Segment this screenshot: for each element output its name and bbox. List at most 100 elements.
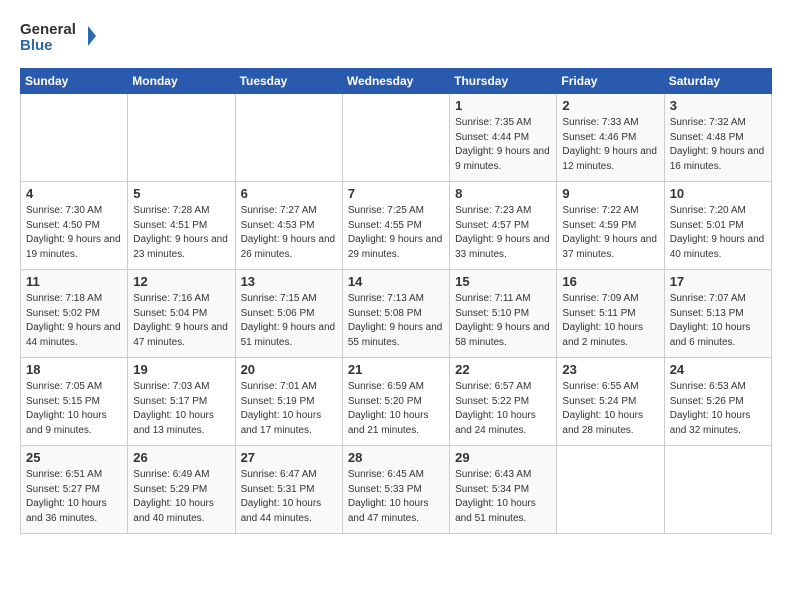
day-number: 20 [241, 362, 337, 377]
day-number: 18 [26, 362, 122, 377]
day-info: Sunrise: 7:09 AMSunset: 5:11 PMDaylight:… [562, 292, 658, 350]
day-number: 10 [670, 186, 766, 201]
day-number: 19 [133, 362, 229, 377]
day-number: 22 [455, 362, 551, 377]
calendar-cell: 21Sunrise: 6:59 AMSunset: 5:20 PMDayligh… [342, 358, 449, 446]
day-number: 24 [670, 362, 766, 377]
calendar-cell: 11Sunrise: 7:18 AMSunset: 5:02 PMDayligh… [21, 270, 128, 358]
day-info: Sunrise: 7:23 AMSunset: 4:57 PMDaylight:… [455, 204, 551, 262]
calendar-cell [557, 446, 664, 534]
week-row-1: 1 Sunrise: 7:35 AMSunset: 4:44 PMDaylight… [21, 94, 772, 182]
day-info: Sunrise: 6:47 AMSunset: 5:31 PMDaylight:… [241, 468, 337, 526]
day-info: Sunrise: 7:22 AMSunset: 4:59 PMDaylight:… [562, 204, 658, 262]
calendar-cell: 15 Sunrise: 7:11 AMSunset: 5:10 PMDayligh… [450, 270, 557, 358]
day-info: Sunrise: 7:15 AMSunset: 5:06 PMDaylight:… [241, 292, 337, 350]
weekday-header-wednesday: Wednesday [342, 69, 449, 94]
calendar-cell [235, 94, 342, 182]
calendar-cell: 1 Sunrise: 7:35 AMSunset: 4:44 PMDaylight… [450, 94, 557, 182]
day-number: 5 [133, 186, 229, 201]
calendar-cell: 17Sunrise: 7:07 AMSunset: 5:13 PMDayligh… [664, 270, 771, 358]
calendar-cell: 8 Sunrise: 7:23 AMSunset: 4:57 PMDaylight… [450, 182, 557, 270]
calendar-cell: 4 Sunrise: 7:30 AMSunset: 4:50 PMDaylight… [21, 182, 128, 270]
day-info: Sunrise: 7:03 AMSunset: 5:17 PMDaylight:… [133, 380, 229, 438]
day-number: 8 [455, 186, 551, 201]
calendar-cell: 22 Sunrise: 6:57 AMSunset: 5:22 PMDayligh… [450, 358, 557, 446]
day-info: Sunrise: 7:18 AMSunset: 5:02 PMDaylight:… [26, 292, 122, 350]
calendar-cell: 13 Sunrise: 7:15 AMSunset: 5:06 PMDayligh… [235, 270, 342, 358]
day-info: Sunrise: 6:51 AMSunset: 5:27 PMDaylight:… [26, 468, 122, 526]
calendar-cell: 23 Sunrise: 6:55 AMSunset: 5:24 PMDayligh… [557, 358, 664, 446]
calendar-cell: 16 Sunrise: 7:09 AMSunset: 5:11 PMDayligh… [557, 270, 664, 358]
day-info: Sunrise: 6:45 AMSunset: 5:33 PMDaylight:… [348, 468, 444, 526]
calendar-cell: 24 Sunrise: 6:53 AMSunset: 5:26 PMDayligh… [664, 358, 771, 446]
calendar-cell: 29 Sunrise: 6:43 AMSunset: 5:34 PMDayligh… [450, 446, 557, 534]
day-number: 4 [26, 186, 122, 201]
day-info: Sunrise: 7:05 AMSunset: 5:15 PMDaylight:… [26, 380, 122, 438]
day-number: 6 [241, 186, 337, 201]
calendar-cell: 3 Sunrise: 7:32 AMSunset: 4:48 PMDaylight… [664, 94, 771, 182]
weekday-header-monday: Monday [128, 69, 235, 94]
day-number: 16 [562, 274, 658, 289]
week-row-3: 11Sunrise: 7:18 AMSunset: 5:02 PMDayligh… [21, 270, 772, 358]
day-number: 23 [562, 362, 658, 377]
calendar-cell [128, 94, 235, 182]
day-number: 29 [455, 450, 551, 465]
day-number: 28 [348, 450, 444, 465]
day-info: Sunrise: 7:13 AMSunset: 5:08 PMDaylight:… [348, 292, 444, 350]
week-row-4: 18 Sunrise: 7:05 AMSunset: 5:15 PMDayligh… [21, 358, 772, 446]
calendar-cell: 12 Sunrise: 7:16 AMSunset: 5:04 PMDayligh… [128, 270, 235, 358]
calendar-cell: 28 Sunrise: 6:45 AMSunset: 5:33 PMDayligh… [342, 446, 449, 534]
day-number: 12 [133, 274, 229, 289]
calendar-cell [664, 446, 771, 534]
day-number: 15 [455, 274, 551, 289]
day-number: 1 [455, 98, 551, 113]
day-info: Sunrise: 7:25 AMSunset: 4:55 PMDaylight:… [348, 204, 444, 262]
day-info: Sunrise: 6:57 AMSunset: 5:22 PMDaylight:… [455, 380, 551, 438]
calendar-table: SundayMondayTuesdayWednesdayThursdayFrid… [20, 68, 772, 534]
day-info: Sunrise: 7:35 AMSunset: 4:44 PMDaylight:… [455, 116, 551, 174]
weekday-header-thursday: Thursday [450, 69, 557, 94]
calendar-cell: 5 Sunrise: 7:28 AMSunset: 4:51 PMDaylight… [128, 182, 235, 270]
calendar-cell: 7 Sunrise: 7:25 AMSunset: 4:55 PMDaylight… [342, 182, 449, 270]
calendar-cell [21, 94, 128, 182]
calendar-cell: 25 Sunrise: 6:51 AMSunset: 5:27 PMDayligh… [21, 446, 128, 534]
day-number: 3 [670, 98, 766, 113]
day-info: Sunrise: 7:11 AMSunset: 5:10 PMDaylight:… [455, 292, 551, 350]
calendar-cell: 26Sunrise: 6:49 AMSunset: 5:29 PMDayligh… [128, 446, 235, 534]
calendar-cell: 19 Sunrise: 7:03 AMSunset: 5:17 PMDayligh… [128, 358, 235, 446]
weekday-header-saturday: Saturday [664, 69, 771, 94]
day-number: 13 [241, 274, 337, 289]
logo: GeneralBlue [20, 16, 100, 56]
day-number: 2 [562, 98, 658, 113]
week-row-5: 25 Sunrise: 6:51 AMSunset: 5:27 PMDayligh… [21, 446, 772, 534]
day-info: Sunrise: 6:53 AMSunset: 5:26 PMDaylight:… [670, 380, 766, 438]
page-header: GeneralBlue [20, 16, 772, 56]
calendar-cell: 2 Sunrise: 7:33 AMSunset: 4:46 PMDaylight… [557, 94, 664, 182]
day-info: Sunrise: 7:28 AMSunset: 4:51 PMDaylight:… [133, 204, 229, 262]
svg-text:Blue: Blue [20, 37, 53, 54]
logo-svg: GeneralBlue [20, 16, 100, 56]
day-info: Sunrise: 7:30 AMSunset: 4:50 PMDaylight:… [26, 204, 122, 262]
day-info: Sunrise: 7:32 AMSunset: 4:48 PMDaylight:… [670, 116, 766, 174]
day-info: Sunrise: 6:43 AMSunset: 5:34 PMDaylight:… [455, 468, 551, 526]
day-info: Sunrise: 6:55 AMSunset: 5:24 PMDaylight:… [562, 380, 658, 438]
day-number: 7 [348, 186, 444, 201]
svg-text:General: General [20, 21, 76, 38]
day-info: Sunrise: 7:16 AMSunset: 5:04 PMDaylight:… [133, 292, 229, 350]
calendar-cell: 6Sunrise: 7:27 AMSunset: 4:53 PMDaylight… [235, 182, 342, 270]
day-number: 27 [241, 450, 337, 465]
day-info: Sunrise: 7:20 AMSunset: 5:01 PMDaylight:… [670, 204, 766, 262]
calendar-cell: 10 Sunrise: 7:20 AMSunset: 5:01 PMDayligh… [664, 182, 771, 270]
week-row-2: 4 Sunrise: 7:30 AMSunset: 4:50 PMDaylight… [21, 182, 772, 270]
weekday-header-tuesday: Tuesday [235, 69, 342, 94]
weekday-header-sunday: Sunday [21, 69, 128, 94]
day-number: 26 [133, 450, 229, 465]
calendar-cell [342, 94, 449, 182]
day-number: 9 [562, 186, 658, 201]
calendar-cell: 18 Sunrise: 7:05 AMSunset: 5:15 PMDayligh… [21, 358, 128, 446]
day-number: 17 [670, 274, 766, 289]
day-info: Sunrise: 7:33 AMSunset: 4:46 PMDaylight:… [562, 116, 658, 174]
weekday-header-friday: Friday [557, 69, 664, 94]
day-number: 21 [348, 362, 444, 377]
day-number: 25 [26, 450, 122, 465]
